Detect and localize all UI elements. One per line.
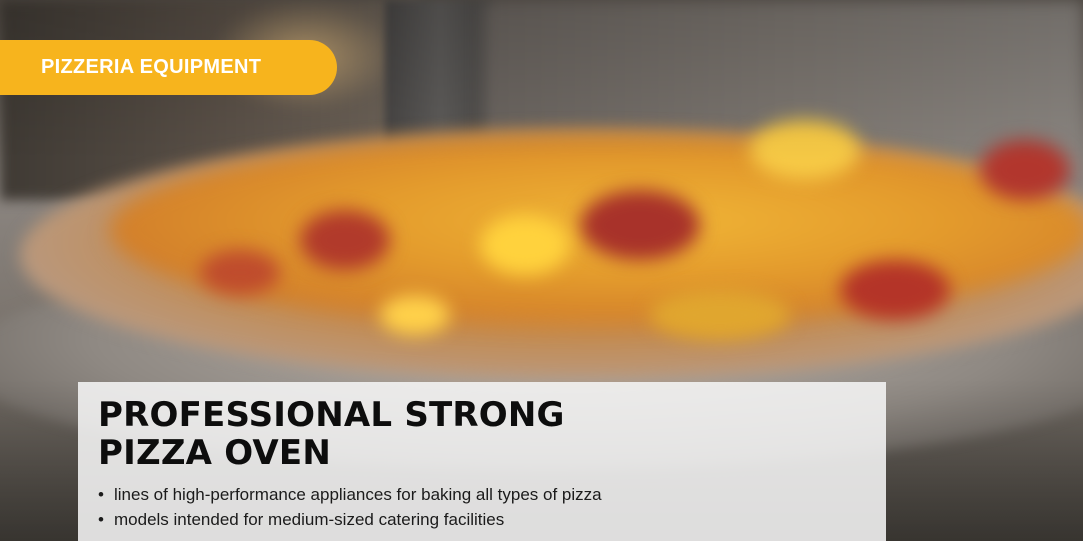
feature-item: • models intended for medium-sized cateri… — [98, 507, 866, 532]
info-card: PROFESSIONAL STRONG PIZZA OVEN • lines of… — [78, 382, 886, 541]
feature-item: • lines of high-performance appliances fo… — [98, 482, 866, 507]
bullet-icon: • — [98, 485, 104, 504]
feature-text: models intended for medium-sized caterin… — [114, 510, 505, 529]
card-title: PROFESSIONAL STRONG PIZZA OVEN — [98, 396, 866, 472]
feature-list: • lines of high-performance appliances fo… — [98, 482, 866, 532]
card-title-line-1: PROFESSIONAL STRONG — [98, 395, 565, 435]
category-tag-label: PIZZERIA EQUIPMENT — [41, 56, 262, 78]
card-title-line-2: PIZZA OVEN — [98, 433, 332, 473]
feature-text: lines of high-performance appliances for… — [114, 485, 602, 504]
bullet-icon: • — [98, 510, 104, 529]
category-tag[interactable]: PIZZERIA EQUIPMENT — [0, 40, 337, 95]
